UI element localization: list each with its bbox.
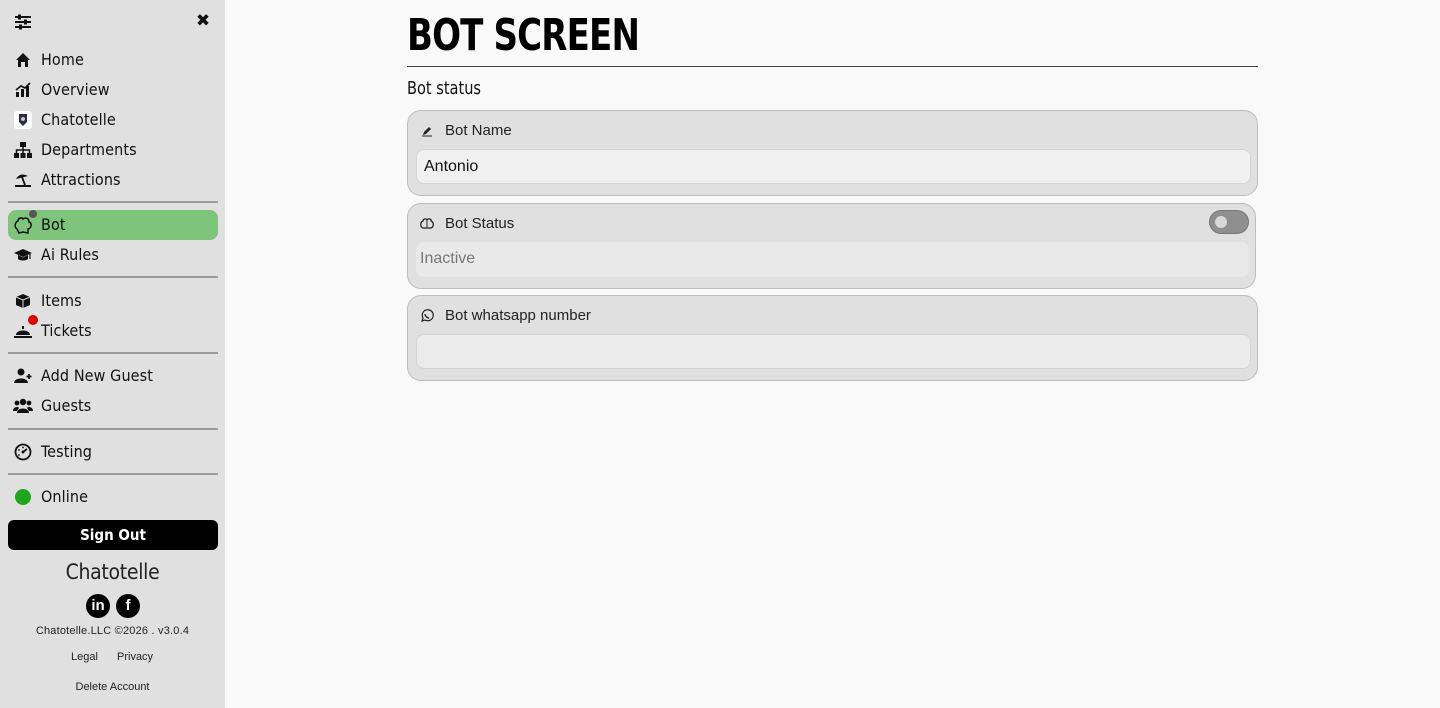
close-icon[interactable]: ✖ xyxy=(194,10,212,32)
sidebar-item-testing[interactable]: Testing xyxy=(8,437,218,467)
brand-name: Chatotelle xyxy=(65,560,160,584)
bot-status-label: Bot Status xyxy=(445,215,515,232)
sidebar-item-label: Departments xyxy=(41,140,137,159)
sign-out-button[interactable]: Sign Out xyxy=(8,520,218,550)
sliders-icon[interactable] xyxy=(14,14,32,30)
divider xyxy=(8,352,218,354)
bot-status-card: Bot Status Inactive xyxy=(407,203,1256,289)
pen-icon xyxy=(419,123,435,139)
sidebar-item-label: Overview xyxy=(41,80,110,99)
sidebar-item-label: Chatotelle xyxy=(41,110,116,129)
chatotelle-logo-icon xyxy=(13,110,33,130)
brain-icon xyxy=(13,215,33,235)
sidebar-item-guests[interactable]: Guests xyxy=(8,391,218,421)
sidebar-item-add-new-guest[interactable]: Add New Guest xyxy=(8,361,218,391)
sidebar-item-overview[interactable]: Overview xyxy=(8,75,218,105)
sidebar-header: ✖ xyxy=(0,10,225,34)
privacy-link[interactable]: Privacy xyxy=(117,651,153,663)
sidebar-item-label: Testing xyxy=(41,442,93,461)
sidebar-item-attractions[interactable]: Attractions xyxy=(8,165,218,195)
sidebar-item-online[interactable]: Online xyxy=(8,482,218,512)
section-heading: Bot status xyxy=(407,78,482,99)
divider xyxy=(8,428,218,430)
bot-whatsapp-card: Bot whatsapp number xyxy=(407,295,1258,381)
sidebar-item-label: Home xyxy=(41,50,84,69)
sidebar-item-label: Bot xyxy=(41,215,66,234)
graduation-cap-icon xyxy=(13,245,33,265)
sidebar-item-label: Ai Rules xyxy=(41,245,99,264)
page-title: BOT SCREEN xyxy=(407,10,640,61)
bot-name-input[interactable]: Antonio xyxy=(416,149,1251,184)
user-plus-icon xyxy=(13,366,33,386)
notification-dot xyxy=(29,210,37,218)
sidebar-item-label: Attractions xyxy=(41,170,121,189)
divider xyxy=(8,473,218,475)
chart-icon xyxy=(13,80,33,100)
copyright: Chatotelle.LLC ©2026 . v3.0.4 xyxy=(35,625,190,637)
title-divider xyxy=(407,66,1258,67)
sidebar-item-label: Items xyxy=(41,291,82,310)
sidebar-item-label: Tickets xyxy=(41,321,92,340)
sitemap-icon xyxy=(13,140,33,160)
gauge-icon xyxy=(13,442,33,462)
sidebar-item-label: Online xyxy=(41,487,89,506)
sidebar-item-chatotelle[interactable]: Chatotelle xyxy=(8,105,218,135)
bot-name-card: Bot Name Antonio xyxy=(407,110,1258,196)
users-icon xyxy=(13,396,33,416)
sidebar-item-bot[interactable]: Bot xyxy=(8,210,218,240)
divider xyxy=(8,201,218,203)
sidebar-item-label: Add New Guest xyxy=(41,366,153,385)
sidebar-item-home[interactable]: Home xyxy=(8,45,218,75)
divider xyxy=(8,276,218,278)
linkedin-icon[interactable]: in xyxy=(86,594,110,618)
sidebar-item-items[interactable]: Items xyxy=(8,286,218,316)
bot-status-toggle[interactable] xyxy=(1209,210,1249,234)
home-icon xyxy=(13,50,33,70)
delete-account-link[interactable]: Delete Account xyxy=(0,681,225,693)
whatsapp-icon xyxy=(419,308,435,324)
sidebar-item-tickets[interactable]: Tickets xyxy=(8,315,218,346)
legal-link[interactable]: Legal xyxy=(71,651,98,663)
bot-status-value: Inactive xyxy=(416,242,1249,277)
sidebar-item-ai-rules[interactable]: Ai Rules xyxy=(8,240,218,270)
bot-name-label: Bot Name xyxy=(445,122,512,139)
brain-icon xyxy=(419,216,435,232)
facebook-icon[interactable]: f xyxy=(116,594,140,618)
bot-whatsapp-label: Bot whatsapp number xyxy=(445,307,591,324)
sidebar-item-departments[interactable]: Departments xyxy=(8,135,218,165)
status-dot-icon xyxy=(13,487,33,507)
sidebar: ✖ Home Overview Chatotelle Departments A… xyxy=(0,0,225,708)
umbrella-beach-icon xyxy=(13,170,33,190)
boxes-icon xyxy=(13,291,33,311)
sidebar-item-label: Guests xyxy=(41,396,92,415)
bot-whatsapp-input[interactable] xyxy=(416,334,1251,369)
notification-badge xyxy=(28,315,38,325)
